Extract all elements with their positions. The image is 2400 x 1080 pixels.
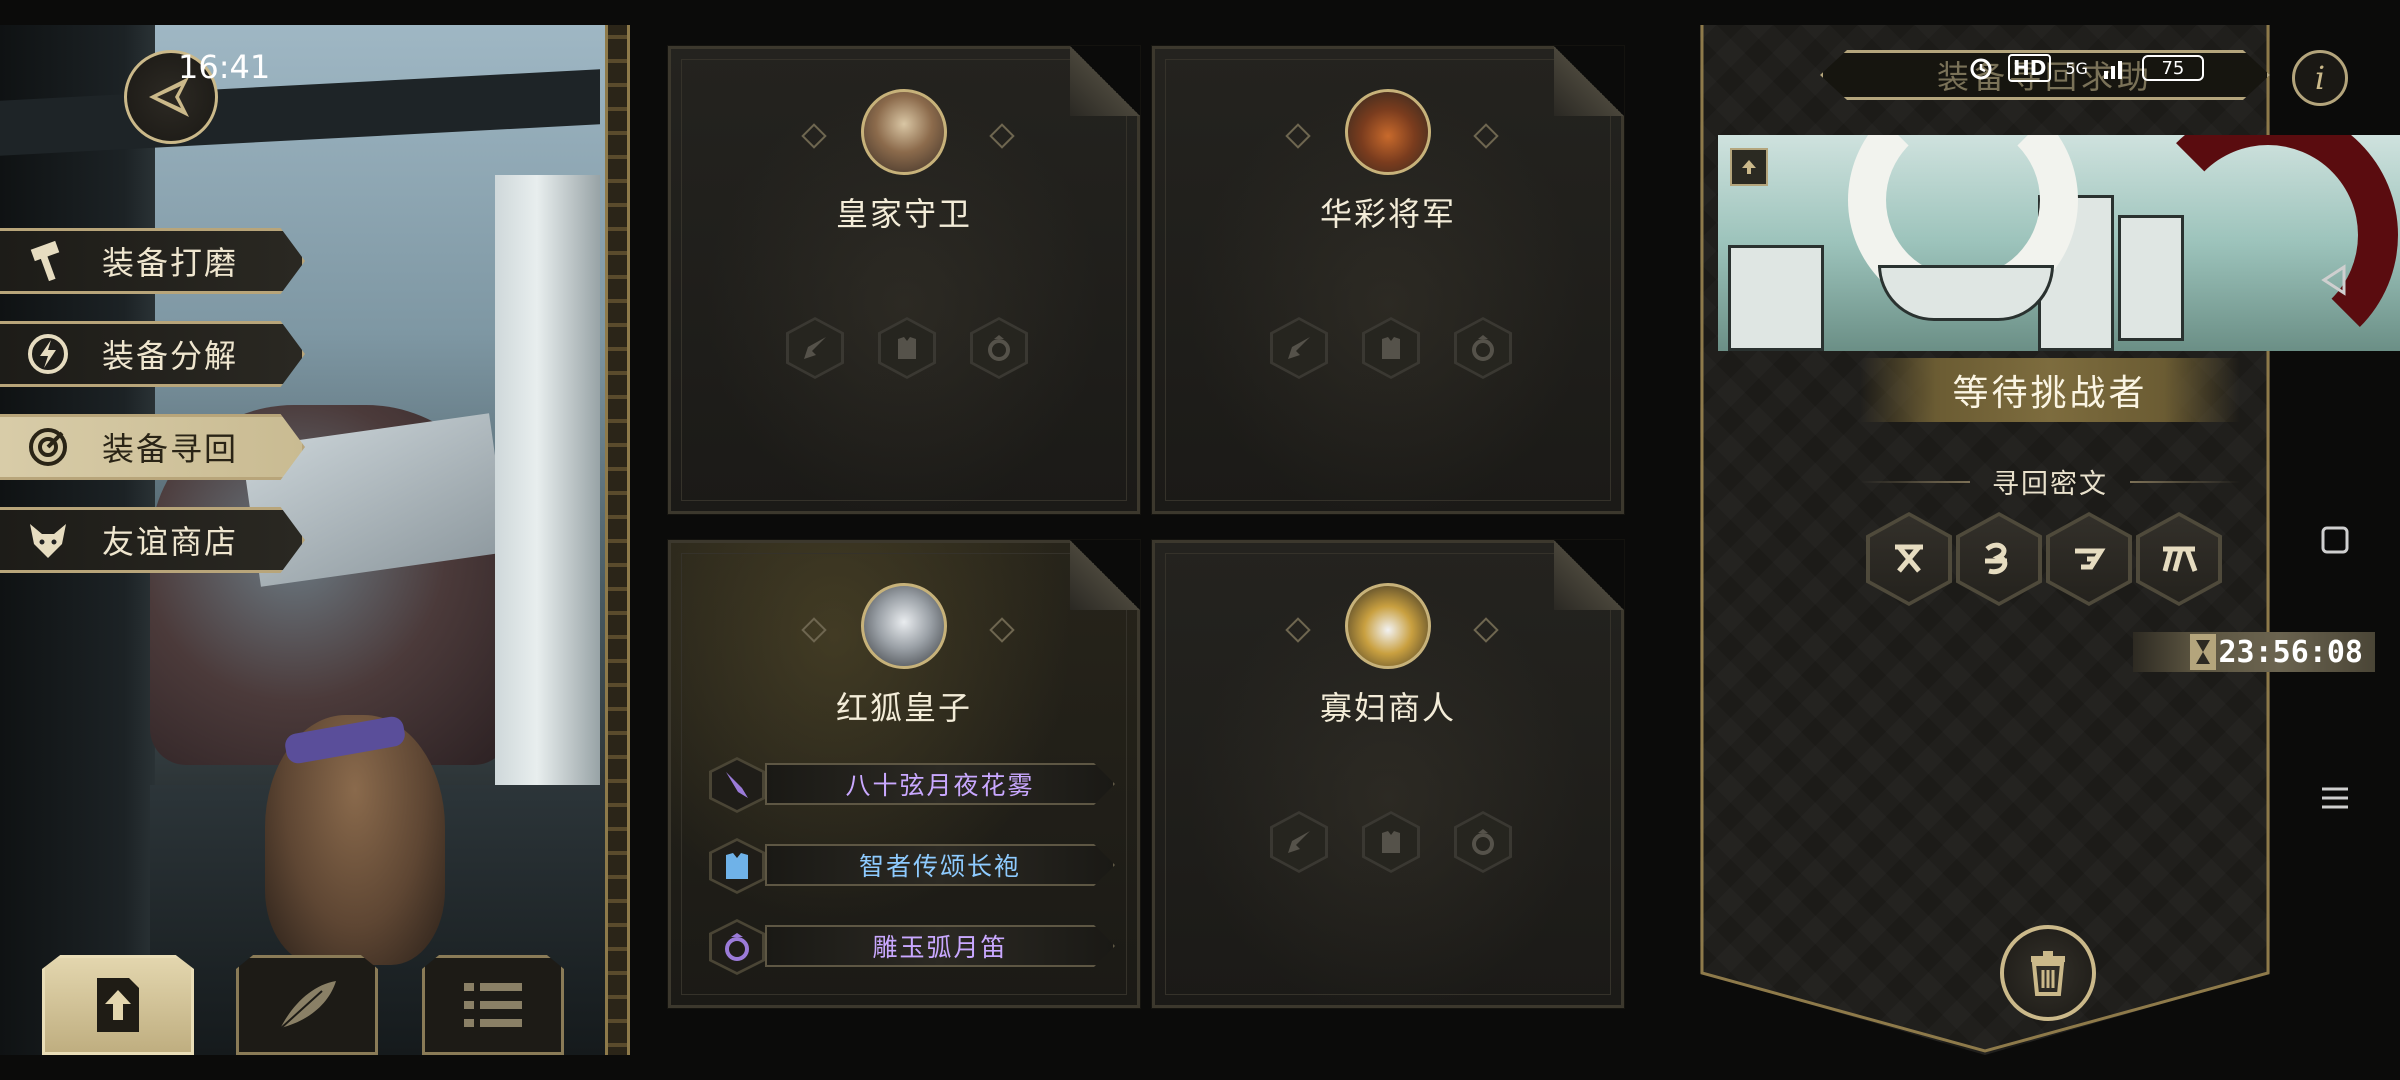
character-card-splendid-general[interactable]: 华彩将军	[1151, 45, 1625, 515]
splendid-general-portrait	[1345, 89, 1431, 175]
menu-item-label: 友谊商店	[102, 523, 239, 561]
alarm-icon	[1970, 58, 1992, 80]
menu-item-polish[interactable]: 装备打磨	[0, 228, 305, 294]
character-card-widow-merchant[interactable]: 寡妇商人	[1151, 539, 1625, 1009]
character-card-red-fox-prince[interactable]: 红狐皇子 八十弦月夜花雾 智者传颂长袍 雕玉弧月笛	[667, 539, 1141, 1009]
challenge-status: 等待挑战者	[1860, 358, 2240, 422]
equipment-name: 雕玉弧月笛	[765, 925, 1115, 967]
menu-item-label: 装备分解	[102, 337, 239, 375]
arrow-up-icon	[1742, 160, 1756, 174]
network-label: 5G	[2065, 58, 2088, 78]
sword-icon	[804, 337, 826, 359]
lightning-circle-icon	[24, 330, 72, 378]
hd-label: HD	[2008, 54, 2052, 82]
menu-lines-icon	[2322, 787, 2348, 809]
red-fox-prince-portrait	[861, 583, 947, 669]
info-icon: i	[2314, 59, 2326, 97]
armor-icon	[726, 853, 748, 879]
ring-icon	[1472, 335, 1494, 361]
equipment-name: 智者传颂长袍	[765, 844, 1115, 886]
armor-icon	[898, 337, 916, 359]
equipment-name: 八十弦月夜花雾	[765, 763, 1115, 805]
sword-icon	[726, 772, 748, 798]
cipher-section-label: 寻回密文	[1992, 469, 2108, 500]
trash-icon	[2031, 951, 2065, 996]
menu-item-label: 装备寻回	[102, 430, 239, 468]
hammer-icon	[24, 237, 72, 285]
equipment-item-weapon[interactable]: 八十弦月夜花雾	[709, 757, 1115, 813]
ring-icon	[1472, 829, 1494, 855]
rune-4-icon	[2162, 546, 2198, 572]
upload-equipment-button[interactable]	[42, 955, 194, 1055]
character-name: 皇家守卫	[835, 195, 972, 233]
feather-button[interactable]	[236, 955, 378, 1055]
panel-divider	[605, 25, 630, 1055]
list-button[interactable]	[422, 955, 564, 1055]
rune-2-icon	[1985, 542, 2008, 575]
countdown-timer: 23:56:08	[2133, 632, 2375, 672]
character-card-royal-guard[interactable]: 皇家守卫	[667, 45, 1141, 515]
widow-merchant-portrait	[1345, 583, 1431, 669]
delete-request-button[interactable]	[2000, 925, 2096, 1021]
battery-level: 75	[2161, 57, 2185, 79]
menu-item-label: 装备打磨	[102, 244, 239, 282]
battery-indicator: 75	[2141, 55, 2204, 81]
menu-item-retrieve[interactable]: 装备寻回	[0, 414, 305, 480]
nav-back-button[interactable]	[2315, 260, 2355, 300]
challenge-scene-image	[1718, 135, 2400, 351]
character-name: 华彩将军	[1319, 195, 1456, 233]
list-icon	[464, 983, 522, 1027]
info-button[interactable]: i	[2292, 50, 2348, 106]
system-status-icons: HD 5G 75	[1968, 52, 2204, 84]
square-home-icon	[2321, 526, 2349, 554]
armor-icon	[1382, 831, 1400, 853]
hourglass-icon	[2190, 634, 2216, 670]
rune-3-icon	[2075, 548, 2106, 570]
royal-guard-portrait	[861, 89, 947, 175]
equipment-item-accessory[interactable]: 雕玉弧月笛	[709, 919, 1115, 975]
timer-value: 23:56:08	[2218, 634, 2364, 670]
feather-icon	[279, 981, 336, 1030]
ring-icon	[988, 335, 1010, 361]
armor-icon	[1382, 337, 1400, 359]
signal-icon	[2103, 61, 2122, 79]
rune-1-icon	[1895, 544, 1923, 573]
fox-head-icon	[24, 516, 72, 564]
nav-home-button[interactable]	[2315, 520, 2355, 560]
nav-menu-button[interactable]	[2315, 778, 2355, 818]
character-name: 寡妇商人	[1319, 689, 1456, 727]
ring-icon	[725, 933, 749, 961]
sword-icon	[1288, 337, 1310, 359]
character-name: 红狐皇子	[835, 689, 972, 727]
sword-icon	[1288, 831, 1310, 853]
upload-icon	[97, 978, 139, 1032]
equipment-item-armor[interactable]: 智者传颂长袍	[709, 838, 1115, 894]
menu-item-dismantle[interactable]: 装备分解	[0, 321, 305, 387]
menu-item-friendship-shop[interactable]: 友谊商店	[0, 507, 305, 573]
target-icon	[24, 423, 72, 471]
status-time: 16:41	[178, 48, 271, 86]
triangle-back-icon	[2321, 264, 2346, 296]
share-tag-button[interactable]	[1730, 148, 1768, 186]
